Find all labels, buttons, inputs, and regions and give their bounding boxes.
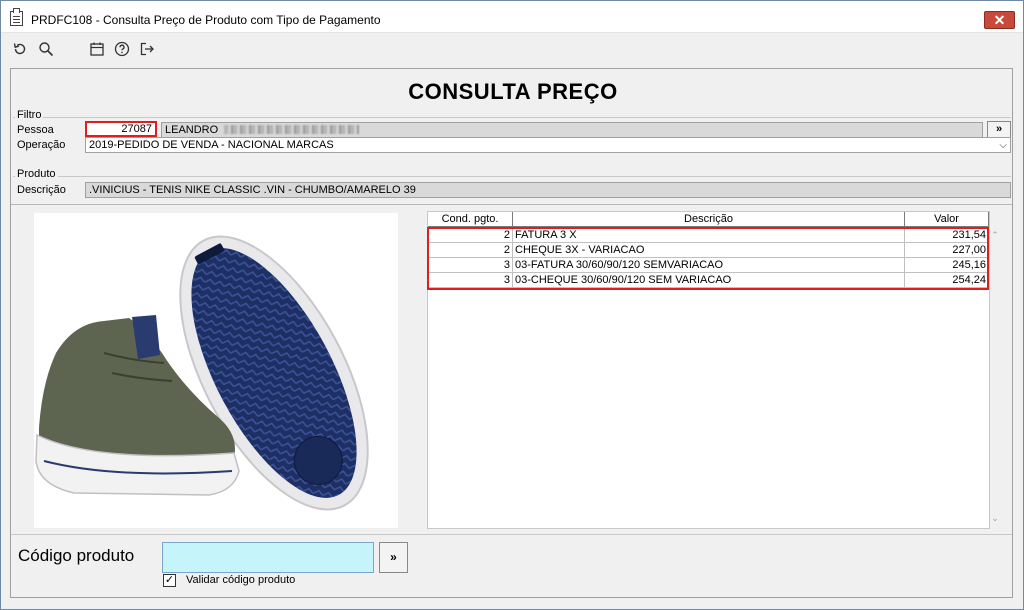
product-image (34, 213, 398, 528)
grid-header: Cond. pgto. Descrição Valor (428, 212, 989, 227)
operacao-value: 2019-PEDIDO DE VENDA - NACIONAL MARCAS (89, 139, 334, 151)
cell-cond: 3 (428, 258, 513, 273)
close-button[interactable]: ✕ (984, 11, 1015, 29)
descricao-field: .VINICIUS - TENIS NIKE CLASSIC .VIN - CH… (85, 182, 1011, 198)
cell-cond: 2 (428, 243, 513, 258)
cell-descricao: 03-CHEQUE 30/60/90/120 SEM VARIACAO (513, 273, 905, 288)
exit-icon[interactable] (139, 41, 155, 57)
pessoa-name-text: LEANDRO (165, 124, 219, 136)
cell-cond: 3 (428, 273, 513, 288)
operacao-dropdown[interactable]: 2019-PEDIDO DE VENDA - NACIONAL MARCAS ⌵ (85, 137, 1011, 153)
title-bar: PRDFC108 - Consulta Preço de Produto com… (1, 1, 1023, 33)
cell-descricao: CHEQUE 3X - VARIACAO (513, 243, 905, 258)
calendar-icon[interactable] (89, 41, 105, 57)
chevron-down-icon: ⌵ (999, 140, 1007, 151)
codigo-produto-button[interactable]: » (379, 542, 408, 573)
operacao-label: Operação (17, 139, 66, 151)
pessoa-code-field[interactable]: 27087 (85, 121, 157, 137)
filtro-divider (13, 117, 1011, 118)
pessoa-label: Pessoa (17, 124, 54, 136)
window-title: PRDFC108 - Consulta Preço de Produto com… (31, 13, 381, 27)
refresh-icon[interactable] (12, 41, 28, 57)
codigo-produto-input[interactable] (162, 542, 374, 573)
page-title: CONSULTA PREÇO (408, 79, 618, 104)
cell-descricao: 03-FATURA 30/60/90/120 SEMVARIACAO (513, 258, 905, 273)
document-icon (10, 8, 23, 26)
col-header-cond[interactable]: Cond. pgto. (428, 212, 513, 227)
section-divider (11, 204, 1012, 205)
produto-group-label: Produto (15, 168, 58, 180)
toolbar (1, 33, 1023, 64)
scroll-down-icon[interactable]: ⌄ (990, 513, 1000, 524)
cell-valor: 245,16 (905, 258, 989, 273)
cell-valor: 231,54 (905, 228, 989, 243)
validar-checkbox-label: Validar código produto (186, 574, 296, 586)
search-icon[interactable] (38, 41, 54, 57)
validar-checkbox[interactable]: ✓ (163, 574, 176, 587)
produto-divider (13, 176, 1011, 177)
col-header-valor[interactable]: Valor (905, 212, 989, 227)
bottom-divider (11, 534, 1012, 535)
scroll-up-icon[interactable]: ⌃ (990, 230, 1000, 241)
app-window: PRDFC108 - Consulta Preço de Produto com… (0, 0, 1024, 610)
table-row[interactable]: 3 03-FATURA 30/60/90/120 SEMVARIACAO 245… (428, 258, 989, 273)
pessoa-search-button[interactable]: » (987, 121, 1011, 138)
col-header-descricao[interactable]: Descrição (513, 212, 905, 227)
cell-descricao: FATURA 3 X (513, 228, 905, 243)
descricao-label: Descrição (17, 184, 66, 196)
help-icon[interactable] (114, 41, 130, 57)
table-row[interactable]: 2 CHEQUE 3X - VARIACAO 227,00 (428, 243, 989, 258)
price-grid: Cond. pgto. Descrição Valor 2 FATURA 3 X… (427, 211, 990, 529)
cell-cond: 2 (428, 228, 513, 243)
cell-valor: 227,00 (905, 243, 989, 258)
table-row[interactable]: 3 03-CHEQUE 30/60/90/120 SEM VARIACAO 25… (428, 273, 989, 288)
cell-valor: 254,24 (905, 273, 989, 288)
table-row[interactable]: 2 FATURA 3 X 231,54 (428, 228, 989, 243)
codigo-produto-label: Código produto (18, 546, 135, 565)
filtro-group-label: Filtro (15, 109, 44, 121)
sneaker-illustration (35, 235, 369, 511)
pessoa-name-field: LEANDRO (161, 122, 983, 138)
redacted-name (224, 125, 360, 134)
